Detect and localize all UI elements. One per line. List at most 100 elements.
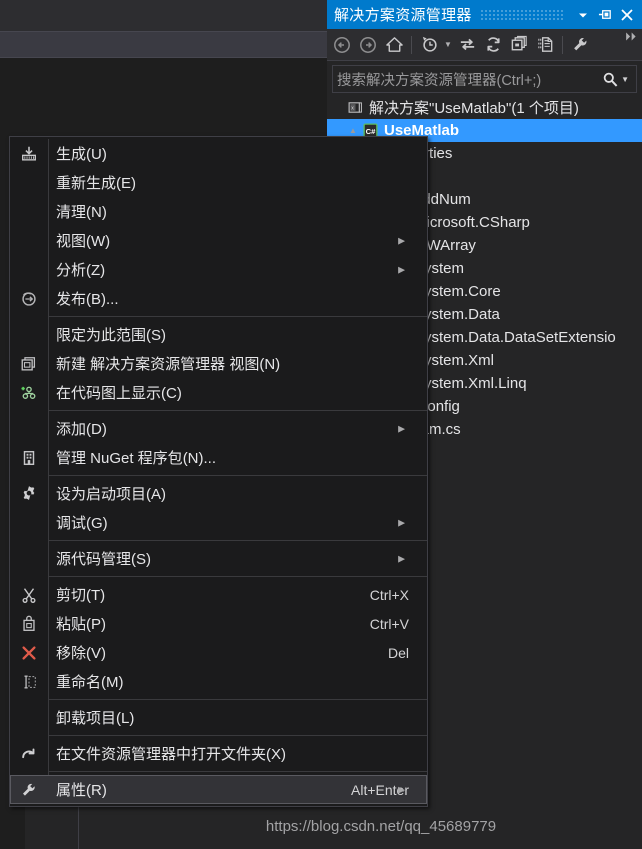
menu-item-icon-none — [10, 544, 48, 573]
collapse-all-icon[interactable] — [506, 32, 532, 58]
menu-item-icon-none — [10, 703, 48, 732]
menu-item[interactable]: 发布(B)... — [10, 284, 427, 313]
menu-separator — [48, 475, 427, 476]
submenu-arrow-icon: ▶ — [398, 423, 405, 433]
solution-explorer-title-bar[interactable]: 解决方案资源管理器 — [327, 0, 642, 29]
menu-item-icon-none — [10, 168, 48, 197]
menu-item[interactable]: 设为启动项目(A) — [10, 479, 427, 508]
code-map-icon — [10, 378, 48, 407]
tree-item-label: System.Data.DataSetExtensio — [414, 329, 616, 346]
gear-icon — [10, 479, 48, 508]
menu-item-label: 粘贴(P) — [56, 616, 106, 633]
clock-dropdown-caret[interactable]: ▼ — [442, 32, 454, 58]
menu-item-label: 卸载项目(L) — [56, 710, 135, 727]
menu-item[interactable]: 重命名(M) — [10, 667, 427, 696]
wrench-icon[interactable] — [567, 32, 593, 58]
menu-item[interactable]: 粘贴(P) Ctrl+V — [10, 609, 427, 638]
show-all-files-icon[interactable] — [532, 32, 558, 58]
dropdown-icon[interactable] — [572, 4, 594, 26]
search-input[interactable]: 搜索解决方案资源管理器(Ctrl+;) — [337, 69, 600, 90]
expander-icon[interactable]: ▲ — [346, 126, 360, 135]
submenu-arrow-icon: ▶ — [398, 235, 405, 245]
menu-item[interactable]: 添加(D) ▶ — [10, 414, 427, 443]
nuget-icon — [10, 443, 48, 472]
menu-item[interactable]: 卸载项目(L) — [10, 703, 427, 732]
sync-arrows-icon[interactable] — [454, 32, 480, 58]
menu-item-label: 移除(V) — [56, 645, 106, 662]
rename-icon — [10, 667, 48, 696]
menu-item-shortcut: Ctrl+V — [369, 615, 409, 632]
solution-explorer-toolbar: ▼ ⏵⏵ — [327, 29, 642, 61]
svg-text:x: x — [351, 106, 354, 112]
toolbar-separator-2 — [562, 35, 563, 54]
menu-item[interactable]: 管理 NuGet 程序包(N)... — [10, 443, 427, 472]
search-dropdown-caret[interactable]: ▼ — [620, 75, 632, 84]
menu-item-label: 分析(Z) — [56, 262, 106, 279]
menu-item[interactable]: 新建 解决方案资源管理器 视图(N) — [10, 349, 427, 378]
menu-item-label: 源代码管理(S) — [56, 551, 151, 568]
submenu-arrow-icon: ▶ — [398, 553, 405, 563]
search-box[interactable]: 搜索解决方案资源管理器(Ctrl+;) ▼ — [332, 65, 637, 93]
forward-arrow-icon[interactable] — [355, 32, 381, 58]
menu-item-label: 剪切(T) — [56, 587, 106, 604]
menu-item-shortcut: Ctrl+X — [369, 586, 409, 603]
publish-icon — [10, 284, 48, 313]
menu-item[interactable]: 在代码图上显示(C) — [10, 378, 427, 407]
menu-item-icon-none — [10, 508, 48, 537]
search-icon[interactable] — [600, 71, 620, 88]
menu-item-shortcut: Alt+Enter — [351, 781, 409, 798]
menu-item-icon-none — [10, 255, 48, 284]
menu-separator — [48, 410, 427, 411]
menu-item[interactable]: 在文件资源管理器中打开文件夹(X) — [10, 739, 427, 768]
menu-separator — [48, 316, 427, 317]
menu-item[interactable]: 剪切(T) Ctrl+X — [10, 580, 427, 609]
app-root: 解决方案资源管理器 ▼ ⏵⏵ 搜索解决方案资源管理器(Ctrl+;) ▼ x 解… — [0, 0, 642, 849]
watermark: https://blog.csdn.net/qq_45689779 — [0, 818, 642, 835]
menu-item[interactable]: 限定为此范围(S) — [10, 320, 427, 349]
menu-item-icon-none — [10, 414, 48, 443]
tree-item[interactable]: x 解决方案"UseMatlab"(1 个项目) — [327, 96, 642, 119]
build-icon — [10, 139, 48, 168]
menu-item-label: 重命名(M) — [56, 674, 124, 691]
submenu-arrow-icon: ▶ — [398, 784, 405, 794]
menu-item-label: 管理 NuGet 程序包(N)... — [56, 450, 217, 467]
menu-item[interactable]: 调试(G) ▶ — [10, 508, 427, 537]
toolbar-overflow-chevrons[interactable]: ⏵⏵ — [625, 31, 640, 44]
svg-text:C#: C# — [365, 127, 376, 136]
menu-item-icon-none — [10, 197, 48, 226]
paste-icon — [10, 609, 48, 638]
close-icon[interactable] — [616, 4, 638, 26]
menu-item[interactable]: 分析(Z) ▶ — [10, 255, 427, 284]
submenu-arrow-icon: ▶ — [398, 517, 405, 527]
clock-icon[interactable] — [416, 32, 442, 58]
project-context-menu: 生成(U) 重新生成(E) 清理(N) 视图(W) ▶ 分析(Z) ▶ 发布(B)... 限定为… — [9, 136, 428, 807]
menu-item-label: 添加(D) — [56, 421, 107, 438]
back-arrow-icon[interactable] — [329, 32, 355, 58]
menu-item-label: 在代码图上显示(C) — [56, 385, 182, 402]
menu-item[interactable]: 生成(U) — [10, 139, 427, 168]
menu-separator — [48, 735, 427, 736]
home-icon[interactable] — [381, 32, 407, 58]
panel-title: 解决方案资源管理器 — [334, 7, 472, 24]
drag-grip[interactable] — [479, 9, 564, 20]
menu-item[interactable]: 重新生成(E) — [10, 168, 427, 197]
menu-separator — [48, 699, 427, 700]
menu-separator — [48, 540, 427, 541]
menu-item-label: 限定为此范围(S) — [56, 327, 166, 344]
menu-item-label: 设为启动项目(A) — [56, 486, 166, 503]
pin-icon[interactable] — [594, 4, 616, 26]
menu-item[interactable]: 源代码管理(S) ▶ — [10, 544, 427, 573]
submenu-arrow-icon: ▶ — [398, 264, 405, 274]
solution-icon: x — [345, 99, 365, 116]
refresh-icon[interactable] — [480, 32, 506, 58]
menu-item[interactable]: 移除(V) Del — [10, 638, 427, 667]
menu-item-icon-none — [10, 320, 48, 349]
cut-icon — [10, 580, 48, 609]
menu-item-icon-none — [10, 226, 48, 255]
new-view-icon — [10, 349, 48, 378]
menu-item[interactable]: 清理(N) — [10, 197, 427, 226]
menu-item[interactable]: 视图(W) ▶ — [10, 226, 427, 255]
menu-item-shortcut: Del — [387, 644, 409, 661]
menu-item[interactable]: 属性(R) Alt+Enter ▶ — [10, 775, 427, 804]
menu-item-label: 清理(N) — [56, 204, 107, 221]
